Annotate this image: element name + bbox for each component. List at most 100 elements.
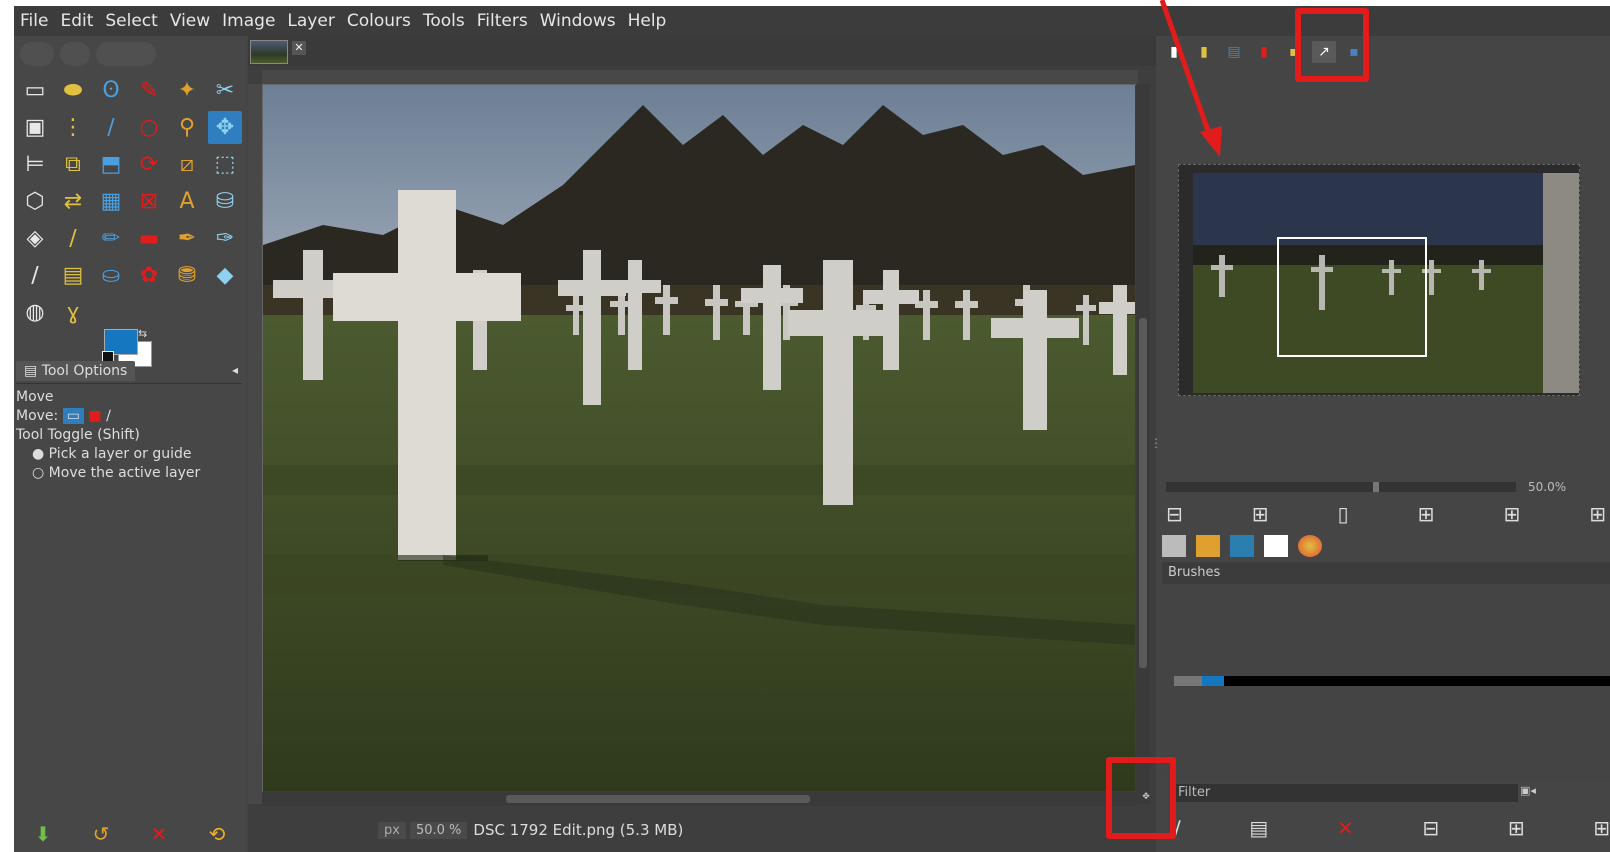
menu-image[interactable]: Image	[216, 11, 281, 31]
image-canvas[interactable]	[263, 85, 1135, 791]
navigation-preview[interactable]	[1178, 164, 1580, 396]
perspective-icon[interactable]: ⬡	[18, 185, 52, 218]
tab-brushes-icon[interactable]	[1162, 535, 1186, 557]
zoom-fit-button[interactable]: ⊞	[1418, 502, 1435, 526]
cage-icon[interactable]: ▦	[94, 185, 128, 218]
tab-tool-options[interactable]: ▤ Tool Options	[16, 361, 136, 381]
navigation-view-rectangle[interactable]	[1277, 237, 1427, 357]
tab-tool-options-icon[interactable]: ▮	[1162, 41, 1186, 63]
vertical-scroll-thumb[interactable]	[1139, 318, 1147, 668]
paths-icon[interactable]: ⋮	[56, 111, 90, 144]
image-tab-thumbnail[interactable]	[250, 40, 288, 64]
move-path-mode-icon[interactable]: ∕	[106, 408, 111, 424]
airbrush-icon[interactable]: ✒	[170, 222, 204, 255]
eraser-icon[interactable]: ▬	[132, 222, 166, 255]
perspective-clone-icon[interactable]: ✿	[132, 259, 166, 292]
zoom-in-button[interactable]: ⊞	[1252, 502, 1269, 526]
menu-tools[interactable]: Tools	[417, 11, 471, 31]
by-color-select-icon[interactable]: ✦	[170, 74, 204, 107]
horizontal-ruler[interactable]	[262, 70, 1138, 85]
refresh-brushes-icon[interactable]: ⊞	[1508, 816, 1525, 840]
vertical-ruler[interactable]	[248, 84, 263, 804]
menu-layer[interactable]: Layer	[281, 11, 340, 31]
radio-move-active-layer[interactable]: ○ Move the active layer	[16, 464, 242, 483]
dock-grip-icon[interactable]: ⋮	[1150, 436, 1162, 450]
dodge-burn-icon[interactable]: ◍	[18, 296, 52, 329]
menu-edit[interactable]: Edit	[54, 11, 99, 31]
zoom-out-button[interactable]: ⊟	[1166, 502, 1183, 526]
radio-pick-layer[interactable]: ● Pick a layer or guide	[16, 445, 242, 464]
tab-device-status-icon[interactable]: ▮	[1192, 41, 1216, 63]
menu-view[interactable]: View	[164, 11, 216, 31]
menu-help[interactable]: Help	[622, 11, 673, 31]
smudge-tool-icon[interactable]: ɣ	[56, 296, 90, 329]
restore-tool-preset-icon[interactable]: ↺	[93, 822, 110, 846]
fuzzy-select-icon[interactable]: ✎	[132, 74, 166, 107]
menu-filters[interactable]: Filters	[471, 11, 534, 31]
move-layer-mode-icon[interactable]: ▭	[62, 408, 84, 424]
flip-icon[interactable]: ⇄	[56, 185, 90, 218]
zoom-slider-knob[interactable]	[1373, 482, 1379, 492]
close-image-icon[interactable]: ✕	[292, 41, 306, 55]
tab-undo-history-icon[interactable]: ▮	[1252, 41, 1276, 63]
rect-select-icon[interactable]: ▭	[18, 74, 52, 107]
shrink-wrap-button[interactable]: ⊞	[1589, 502, 1606, 526]
tag-filter-menu-icon[interactable]: ▣◂	[1520, 784, 1544, 802]
reset-tool-options-icon[interactable]: ⟲	[209, 822, 226, 846]
tab-palettes-icon[interactable]	[1298, 535, 1322, 557]
save-tool-preset-icon[interactable]: ⬇	[35, 822, 52, 846]
lasso-icon[interactable]: ʘ	[94, 74, 128, 107]
blur-icon[interactable]: ⛃	[170, 259, 204, 292]
unit-selector[interactable]: px	[378, 821, 406, 839]
pencil-icon[interactable]: ∕	[56, 222, 90, 255]
rotate-icon[interactable]: ⟳	[132, 148, 166, 181]
mypaint-brush-icon[interactable]: ∕	[18, 259, 52, 292]
shear-icon[interactable]: ⧄	[170, 148, 204, 181]
heal-icon[interactable]: ⛀	[94, 259, 128, 292]
ink-icon[interactable]: ✑	[208, 222, 242, 255]
free-select-icon[interactable]: ⬬	[56, 74, 90, 107]
horizontal-scrollbar[interactable]	[262, 792, 1136, 806]
foreground-select-icon[interactable]: ▣	[18, 111, 52, 144]
swap-colors-icon[interactable]: ⇆	[138, 327, 147, 340]
clone-icon[interactable]: ▤	[56, 259, 90, 292]
tag-filter-field[interactable]: Filter	[1172, 784, 1518, 802]
scissors-icon[interactable]: ✂	[208, 74, 242, 107]
scale-icon[interactable]: ⬚	[208, 148, 242, 181]
crop-icon[interactable]: ⧉	[56, 148, 90, 181]
tab-images-icon[interactable]: ▤	[1222, 41, 1246, 63]
vertical-scrollbar[interactable]	[1136, 84, 1150, 804]
zoom-fill-button[interactable]: ⊞	[1503, 502, 1520, 526]
measure-icon[interactable]: ⚲	[170, 111, 204, 144]
warp-icon[interactable]: ⊠	[132, 185, 166, 218]
open-brush-as-image-icon[interactable]: ⊞	[1593, 816, 1610, 840]
menu-colours[interactable]: Colours	[341, 11, 417, 31]
delete-tool-preset-icon[interactable]: ✕	[151, 822, 168, 846]
brushes-area[interactable]	[1162, 584, 1610, 780]
menu-select[interactable]: Select	[99, 11, 163, 31]
bucket-fill-icon[interactable]: ⛁	[208, 185, 242, 218]
smudge-icon[interactable]: ◆	[208, 259, 242, 292]
new-brush-icon[interactable]: ▤	[1249, 816, 1268, 840]
duplicate-brush-icon[interactable]: ⊟	[1422, 816, 1439, 840]
tab-patterns-icon[interactable]	[1196, 535, 1220, 557]
tab-fonts-icon[interactable]	[1264, 535, 1288, 557]
text-icon[interactable]: A	[170, 185, 204, 218]
horizontal-scroll-thumb[interactable]	[506, 795, 810, 803]
delete-brush-icon[interactable]: ✕	[1337, 816, 1354, 840]
tab-menu-icon[interactable]: ◂	[232, 363, 238, 377]
zoom-selector[interactable]: 50.0 %	[409, 821, 468, 839]
color-picker-icon[interactable]: ∕	[94, 111, 128, 144]
zoom-1-1-button[interactable]: ▯	[1338, 502, 1349, 526]
menu-file[interactable]: File	[14, 11, 54, 31]
move-icon[interactable]: ✥	[208, 111, 242, 144]
unified-transform-icon[interactable]: ⬒	[94, 148, 128, 181]
zoom-icon[interactable]: ○	[132, 111, 166, 144]
paintbrush-icon[interactable]: ✏	[94, 222, 128, 255]
gradient-icon[interactable]: ◈	[18, 222, 52, 255]
menu-windows[interactable]: Windows	[534, 11, 622, 31]
navigation-zoom-slider[interactable]	[1166, 482, 1516, 492]
move-selection-mode-icon[interactable]: ■	[88, 408, 101, 424]
align-icon[interactable]: ⊨	[18, 148, 52, 181]
tab-gradients-icon[interactable]	[1230, 535, 1254, 557]
